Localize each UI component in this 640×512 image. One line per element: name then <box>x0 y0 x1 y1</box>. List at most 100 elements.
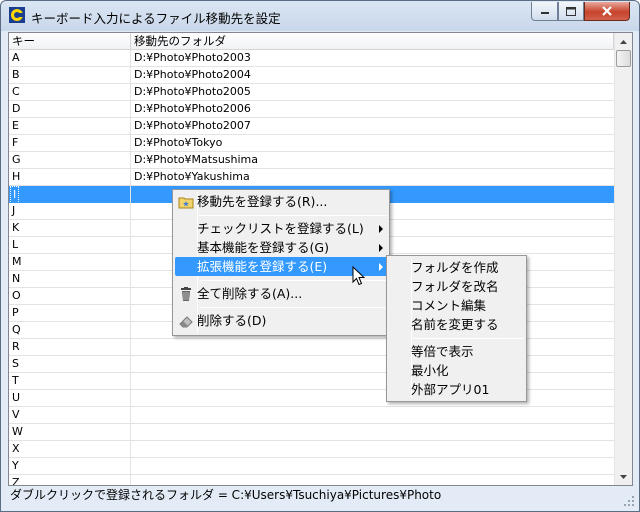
row-key-cell: B <box>12 68 20 81</box>
table-row[interactable]: Y <box>9 458 614 475</box>
column-divider <box>130 373 131 390</box>
table-row[interactable]: D D:¥Photo¥Photo2006 <box>9 101 614 118</box>
menu-separator <box>413 338 524 339</box>
submenu-item-create-folder[interactable]: フォルダを作成 <box>389 258 524 277</box>
table-row[interactable]: B D:¥Photo¥Photo2004 <box>9 67 614 84</box>
submenu-item-edit-comment[interactable]: コメント編集 <box>389 296 524 315</box>
row-folder-cell: D:¥Photo¥Matsushima <box>134 153 259 166</box>
row-key-cell: J <box>12 204 16 217</box>
submenu-item-minimize[interactable]: 最小化 <box>389 361 524 380</box>
menu-label: フォルダを改名 <box>411 279 499 294</box>
column-divider <box>130 237 131 254</box>
close-button[interactable] <box>584 2 630 21</box>
vertical-scrollbar[interactable] <box>614 33 632 485</box>
column-divider <box>130 118 131 135</box>
minimize-icon <box>540 12 549 14</box>
row-key-cell: L <box>12 238 19 251</box>
submenu-item-rename[interactable]: 名前を変更する <box>389 315 524 334</box>
menu-label: 最小化 <box>411 363 449 378</box>
title-bar[interactable]: キーボード入力によるファイル移動先を設定 <box>1 1 639 31</box>
column-divider <box>130 152 131 169</box>
table-row[interactable]: E D:¥Photo¥Photo2007 <box>9 118 614 135</box>
submenu-arrow-icon <box>379 263 383 271</box>
row-key-cell: A <box>12 51 20 64</box>
table-row[interactable]: Z <box>9 475 614 486</box>
menu-item-delete[interactable]: 削除する(D) <box>175 311 387 330</box>
column-divider <box>130 322 131 339</box>
maximize-icon <box>566 6 576 16</box>
row-key-cell: G <box>12 153 21 166</box>
row-key-cell: W <box>12 425 23 438</box>
table-row[interactable]: G D:¥Photo¥Matsushima <box>9 152 614 169</box>
chevron-up-icon <box>620 39 627 44</box>
row-folder-cell: D:¥Photo¥Photo2007 <box>134 119 251 132</box>
scroll-down-button[interactable] <box>615 468 632 485</box>
column-divider <box>130 475 131 485</box>
menu-label: フォルダを作成 <box>411 260 499 275</box>
row-key-cell: Z <box>12 476 20 486</box>
trash-icon <box>181 287 191 301</box>
row-key-cell: P <box>12 306 19 319</box>
resize-grip-icon[interactable] <box>623 495 635 507</box>
row-key-cell: M <box>12 255 22 268</box>
row-folder-cell: D:¥Photo¥Yakushima <box>134 170 250 183</box>
maximize-button[interactable] <box>558 2 584 21</box>
table-row[interactable]: C D:¥Photo¥Photo2005 <box>9 84 614 101</box>
menu-label: 削除する(D) <box>197 313 267 328</box>
row-key-cell: U <box>12 391 21 404</box>
column-header-folder[interactable]: 移動先のフォルダ <box>131 33 614 50</box>
row-folder-cell: D:¥Photo¥Tokyo <box>134 136 223 149</box>
column-divider <box>130 407 131 424</box>
table-row[interactable]: W <box>9 424 614 441</box>
column-divider <box>130 101 131 118</box>
column-divider <box>130 186 131 203</box>
column-divider <box>130 441 131 458</box>
row-key-cell: H <box>12 170 21 183</box>
column-divider <box>130 271 131 288</box>
column-divider <box>130 50 131 67</box>
app-icon <box>9 7 25 23</box>
table-row[interactable]: F D:¥Photo¥Tokyo <box>9 135 614 152</box>
row-key-cell: R <box>12 340 20 353</box>
menu-label: チェックリストを登録する(L) <box>197 221 364 236</box>
column-divider <box>130 135 131 152</box>
menu-label: 拡張機能を登録する(E) <box>197 259 328 274</box>
column-divider <box>130 390 131 407</box>
menu-item-delete-all[interactable]: 全て削除する(A)... <box>175 284 387 303</box>
row-key-cell: O <box>12 289 21 302</box>
menu-item-register-basic[interactable]: 基本機能を登録する(G) <box>175 238 387 257</box>
row-key-cell: X <box>12 442 20 455</box>
menu-label: 全て削除する(A)... <box>197 286 303 301</box>
menu-item-register-checklist[interactable]: チェックリストを登録する(L) <box>175 219 387 238</box>
scroll-thumb[interactable] <box>616 50 631 67</box>
row-key-cell: K <box>12 221 20 234</box>
mouse-cursor-icon <box>352 266 366 286</box>
column-divider <box>130 458 131 475</box>
column-divider <box>130 339 131 356</box>
row-key-cell: N <box>12 272 21 285</box>
table-row[interactable]: A D:¥Photo¥Photo2003 <box>9 50 614 67</box>
column-header-key[interactable]: キー <box>9 33 131 50</box>
submenu-item-rename-folder[interactable]: フォルダを改名 <box>389 277 524 296</box>
submenu-arrow-icon <box>379 244 383 252</box>
column-divider <box>130 305 131 322</box>
menu-separator <box>199 215 387 216</box>
table-row[interactable]: X <box>9 441 614 458</box>
table-row[interactable]: H D:¥Photo¥Yakushima <box>9 169 614 186</box>
menu-label: 等倍で表示 <box>411 344 474 359</box>
status-bar: ダブルクリックで登録されるフォルダ = C:¥Users¥Tsuchiya¥Pi… <box>1 487 639 511</box>
scroll-up-button[interactable] <box>615 33 632 50</box>
menu-item-register-dest[interactable]: 移動先を登録する(R)... <box>175 192 387 211</box>
column-divider <box>130 254 131 271</box>
column-divider <box>130 169 131 186</box>
row-folder-cell: D:¥Photo¥Photo2006 <box>134 102 251 115</box>
table-row[interactable]: V <box>9 407 614 424</box>
minimize-button[interactable] <box>531 2 558 21</box>
row-key-cell: D <box>12 102 21 115</box>
submenu-item-external-app[interactable]: 外部アプリ01 <box>389 380 524 399</box>
menu-label: コメント編集 <box>411 298 487 313</box>
folder-star-icon <box>178 197 194 209</box>
row-key-cell: I <box>10 186 20 204</box>
submenu-item-actual-size[interactable]: 等倍で表示 <box>389 342 524 361</box>
column-divider <box>130 84 131 101</box>
